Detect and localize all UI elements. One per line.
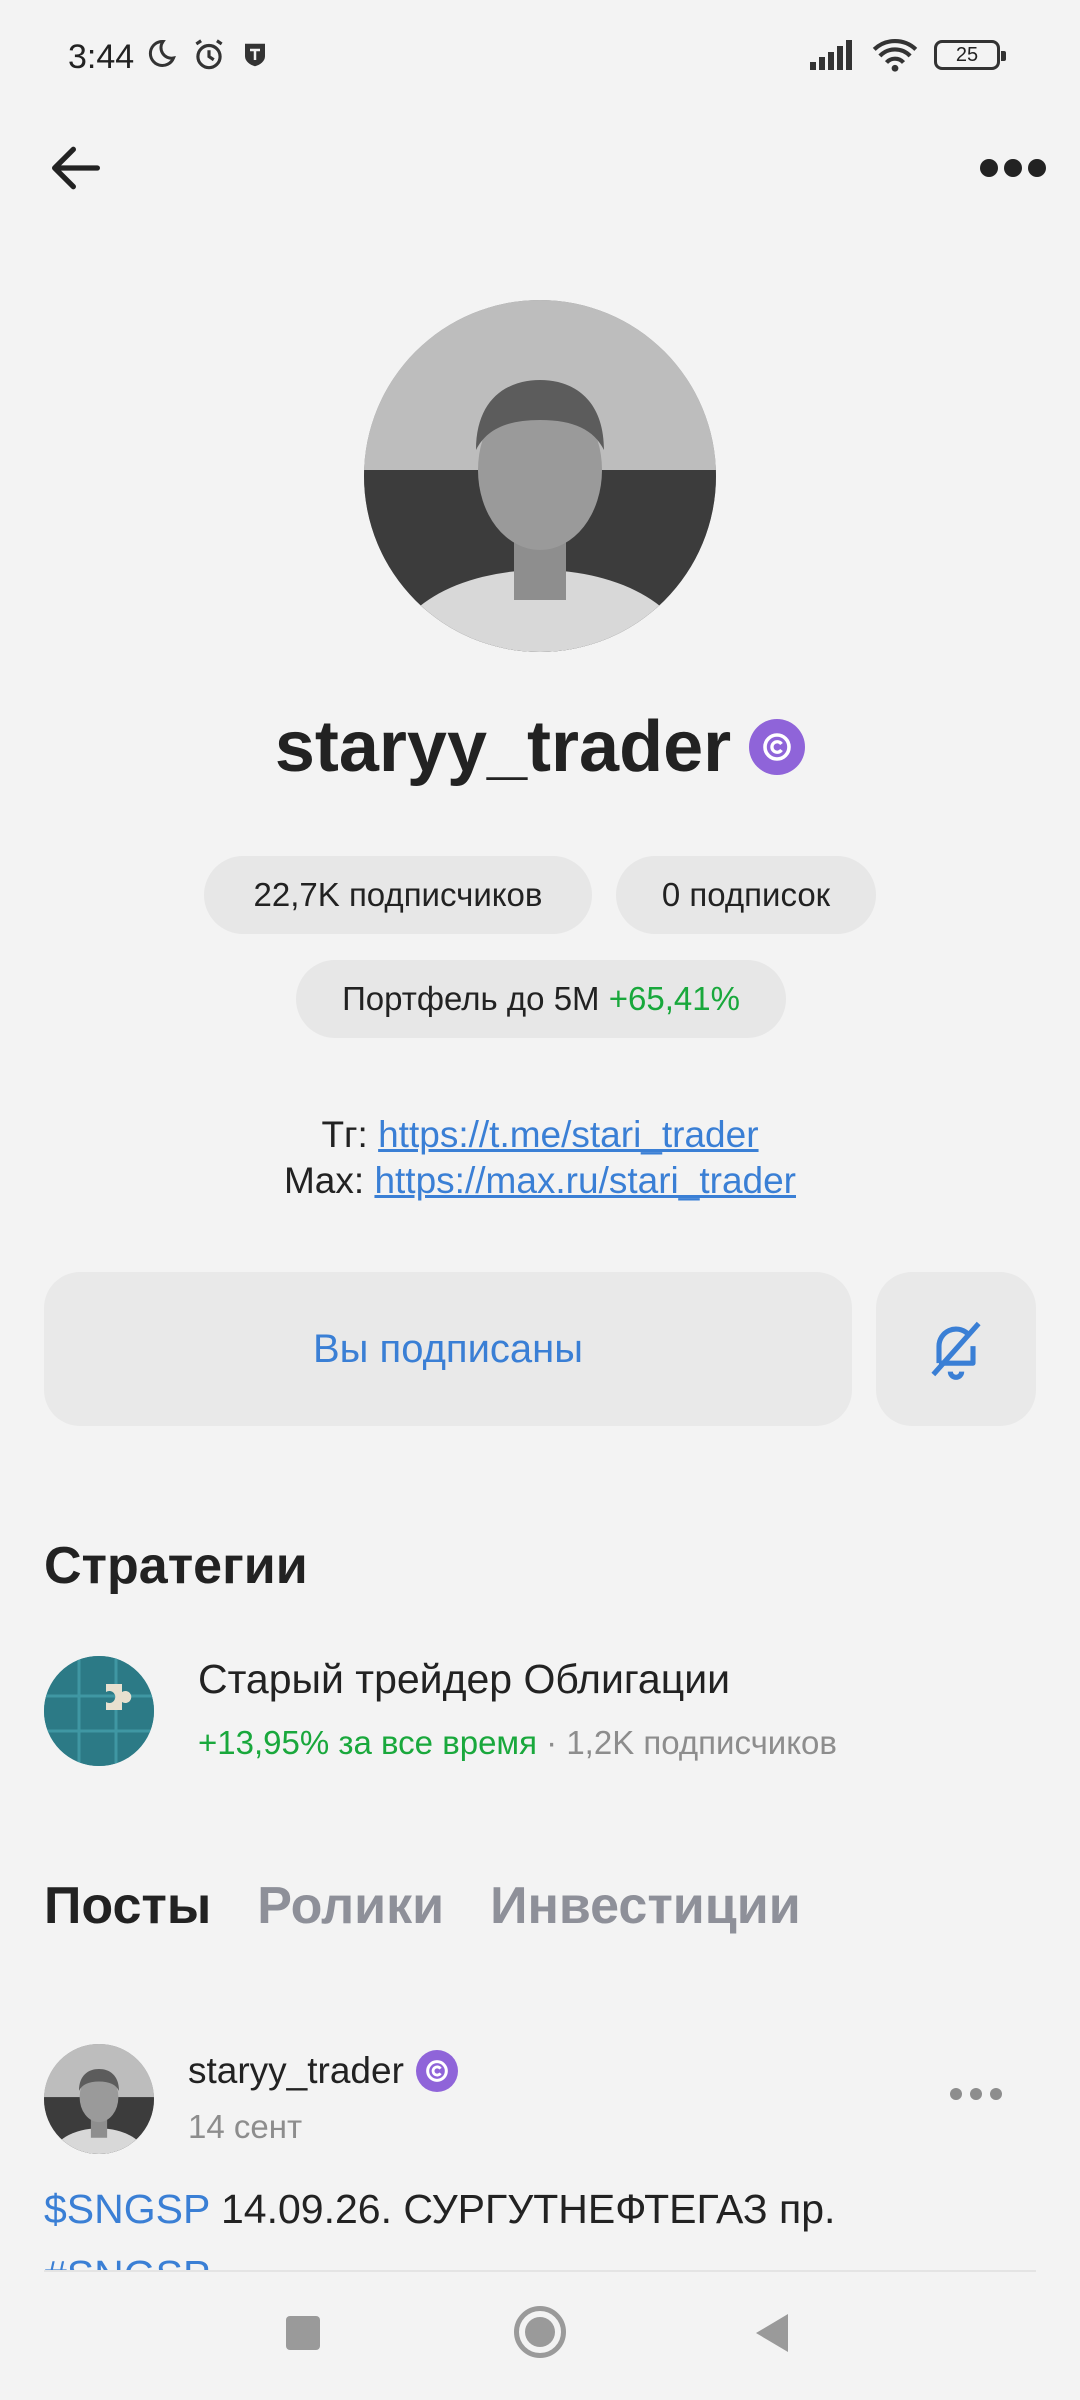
subscribed-button[interactable]: Вы подписаны (44, 1272, 852, 1426)
author-badge-icon[interactable] (749, 719, 806, 775)
arrow-left-icon (52, 146, 100, 190)
more-dot (990, 2088, 1002, 2100)
avatar-photo (364, 300, 716, 652)
recents-icon[interactable] (286, 2316, 320, 2350)
strategy-separator: · (537, 1724, 567, 1761)
portfolio-chip[interactable]: Портфель до 5М +65,41% (296, 960, 786, 1038)
more-dot (970, 2088, 982, 2100)
moon-icon (148, 39, 176, 67)
signal-icon (810, 40, 852, 70)
back-button[interactable] (44, 136, 108, 200)
post-text: $SNGSP 14.09.26. СУРГУТНЕФТЕГАЗ пр. (44, 2186, 835, 2233)
more-options-button[interactable] (980, 150, 1050, 186)
author-badge-icon (415, 2050, 458, 2092)
username: staryy_trader (274, 707, 732, 787)
profile-avatar (364, 300, 716, 652)
strategy-subscribers: 1,2K подписчиков (566, 1724, 837, 1761)
shield-app-icon (245, 43, 265, 67)
post-author-row: staryy_trader (188, 2050, 458, 2092)
strategy-icon[interactable] (44, 1656, 154, 1766)
more-dots-icon (950, 2088, 962, 2100)
home-icon-inner (525, 2317, 555, 2347)
post-ticker-link[interactable]: $SNGSP (44, 2186, 210, 2232)
post-body: 14.09.26. СУРГУТНЕФТЕГАЗ пр. (209, 2186, 836, 2232)
telegram-link[interactable]: https://t.me/stari_trader (378, 1114, 758, 1155)
strategy-name[interactable]: Старый трейдер Облигации (198, 1656, 730, 1703)
tab-posts[interactable]: Посты (44, 1876, 211, 1936)
link-prefix: Тг: (321, 1114, 368, 1155)
post-author-avatar[interactable] (44, 2044, 154, 2154)
link-prefix: Max: (283, 1160, 365, 1201)
bell-off-icon (931, 1321, 981, 1380)
puzzle-icon (44, 1656, 154, 1766)
more-dot (1004, 159, 1022, 177)
status-icons-right: 25 (810, 38, 1006, 72)
portfolio-return: +65,41% (608, 980, 740, 1017)
status-time: 3:44 (68, 38, 135, 76)
home-icon[interactable] (514, 2306, 566, 2358)
strategy-meta: +13,95% за все время · 1,2K подписчиков (198, 1724, 837, 1762)
status-bar: 3:44 25 (0, 0, 1080, 120)
tab-reels[interactable]: Ролики (257, 1876, 444, 1936)
more-dots-icon (980, 159, 998, 177)
post-date: 14 сент (188, 2108, 303, 2145)
link-row-telegram: Тг: https://t.me/stari_trader (0, 1112, 1080, 1158)
battery-icon: 25 (934, 40, 1006, 70)
max-link[interactable]: https://max.ru/stari_trader (374, 1160, 796, 1201)
status-icons-left (142, 36, 270, 74)
battery-level: 25 (955, 43, 979, 66)
alarm-icon (195, 39, 223, 70)
strategies-title: Стратегии (44, 1537, 308, 1595)
tab-investments[interactable]: Инвестиции (490, 1876, 801, 1936)
following-chip[interactable]: 0 подписок (616, 856, 876, 934)
profile-links: Тг: https://t.me/stari_trader Max: https… (0, 1112, 1080, 1204)
notifications-button[interactable] (876, 1272, 1036, 1426)
post-author[interactable]: staryy_trader (188, 2050, 404, 2092)
post-more-button[interactable] (950, 2088, 1010, 2108)
wifi-icon (872, 39, 918, 72)
avatar-photo (44, 2044, 154, 2154)
more-dot (1028, 159, 1046, 177)
back-triangle-icon[interactable] (756, 2314, 788, 2352)
link-row-max: Max: https://max.ru/stari_trader (0, 1158, 1080, 1204)
followers-chip[interactable]: 22,7K подписчиков (204, 856, 592, 934)
content-tabs: Посты Ролики Инвестиции (44, 1876, 801, 1936)
username-row: staryy_trader (0, 706, 1080, 788)
strategy-return: +13,95% за все время (198, 1724, 537, 1761)
portfolio-label: Портфель до 5М (342, 980, 600, 1017)
